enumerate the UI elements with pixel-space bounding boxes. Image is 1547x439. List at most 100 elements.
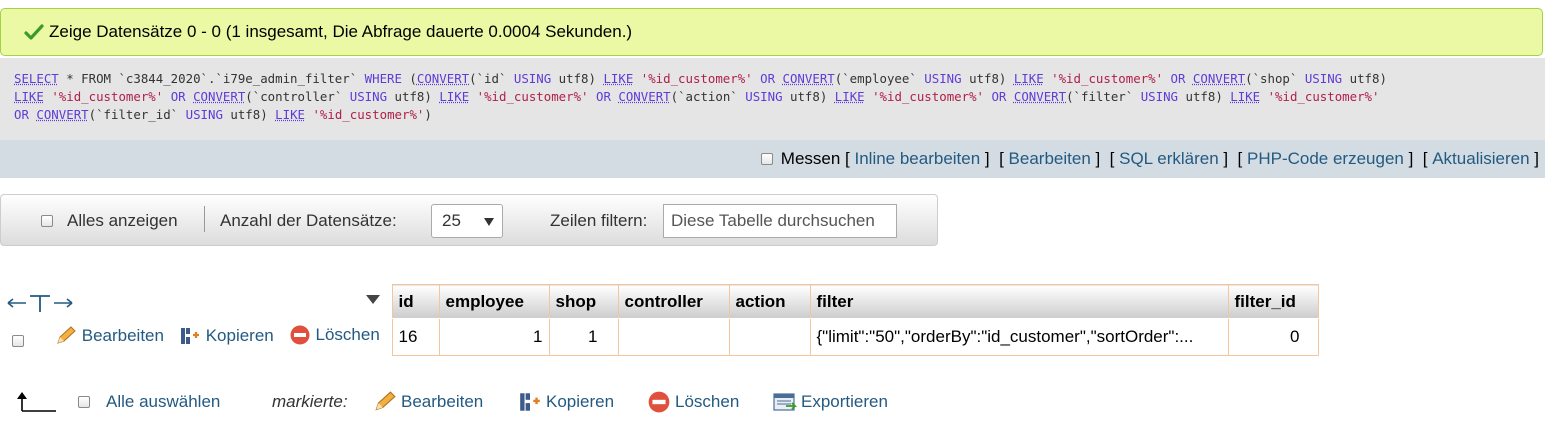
copy-icon (520, 393, 540, 411)
dropdown-arrow-icon (484, 218, 494, 226)
sql-keyword-using: USING (513, 71, 552, 86)
sql-charset: utf8 (394, 89, 425, 104)
sql-string: '%id_customer%' (1051, 71, 1164, 86)
delete-icon (290, 325, 309, 344)
with-selected-label: markierte: (272, 386, 348, 418)
column-resize-arrows-icon[interactable] (6, 293, 74, 313)
column-header-shop[interactable]: shop (548, 284, 619, 319)
cell-controller[interactable] (617, 318, 730, 356)
filter-rows-text: Zeilen filtern: (550, 211, 648, 230)
sql-charset: utf8 (1185, 89, 1216, 104)
rows-count-label: Anzahl der Datensätze: (220, 195, 397, 247)
select-all-control[interactable]: Alle auswählen (78, 386, 220, 418)
filter-rows-input[interactable] (663, 204, 897, 238)
sql-keyword-using: USING (1140, 89, 1179, 104)
row-delete-button[interactable]: Löschen (289, 324, 380, 346)
row-copy-label: Kopieren (205, 325, 274, 345)
show-all-label: Alles anzeigen (67, 211, 178, 230)
sql-keyword-like[interactable]: LIKE (603, 71, 633, 86)
divider (204, 206, 205, 232)
create-php-code-link[interactable]: PHP-Code erzeugen (1247, 149, 1404, 169)
row-actions: Bearbeiten Kopieren Löschen (0, 319, 392, 356)
explain-sql-link[interactable]: SQL erklären (1119, 149, 1219, 169)
row-copy-button[interactable]: Kopieren (179, 326, 274, 346)
cell-filter-id[interactable]: 0 (1227, 318, 1319, 356)
sql-string: '%id_customer%' (312, 107, 425, 122)
pencil-icon (375, 391, 396, 411)
bulk-actions-bar: Alle auswählen markierte: Bearbeiten Kop… (0, 386, 1000, 418)
sql-keyword-like[interactable]: LIKE (14, 89, 44, 104)
sql-keyword-like[interactable]: LIKE (835, 89, 865, 104)
sql-func-convert[interactable]: CONVERT (193, 89, 245, 104)
select-all-checkbox[interactable] (78, 396, 90, 408)
show-all-checkbox[interactable] (41, 215, 53, 227)
sql-keyword-like[interactable]: LIKE (275, 107, 305, 122)
sql-func-convert[interactable]: CONVERT (1193, 71, 1245, 86)
refresh-link[interactable]: Aktualisieren (1432, 149, 1529, 169)
sql-func-convert[interactable]: CONVERT (783, 71, 835, 86)
cell-filter[interactable]: {"limit":"50","orderBy":"id_customer","s… (809, 318, 1229, 356)
check-icon (24, 24, 44, 40)
sql-keyword-or: OR (760, 71, 776, 86)
sql-keyword-like[interactable]: LIKE (439, 89, 469, 104)
column-header-controller[interactable]: controller (617, 284, 730, 319)
row-select-checkbox[interactable] (12, 335, 24, 348)
sql-keyword-or: OR (14, 107, 29, 122)
sql-func-convert[interactable]: CONVERT (618, 89, 670, 104)
sql-func-convert[interactable]: CONVERT (1014, 89, 1066, 104)
sql-keyword-where: WHERE (364, 71, 402, 86)
sql-string: '%id_customer%' (51, 89, 164, 104)
sql-keyword-select[interactable]: SELECT (14, 71, 59, 86)
sql-func-convert[interactable]: CONVERT (417, 71, 469, 86)
column-header-filter-id[interactable]: filter_id (1227, 284, 1319, 319)
rows-count-text: Anzahl der Datensätze: (220, 211, 397, 230)
row-edit-label: Bearbeiten (81, 325, 164, 345)
column-header-employee[interactable]: employee (438, 284, 550, 319)
sql-keyword-using: USING (1304, 71, 1343, 86)
cell-action[interactable] (728, 318, 811, 356)
sql-charset: utf8 (558, 71, 589, 86)
sql-func-convert[interactable]: CONVERT (36, 107, 88, 122)
bulk-delete-button[interactable]: Löschen (647, 386, 739, 418)
sql-keyword-like[interactable]: LIKE (1230, 89, 1260, 104)
pencil-icon (56, 325, 76, 344)
column-header-filter[interactable]: filter (809, 284, 1229, 319)
sql-column: `controller` (252, 89, 343, 104)
show-all-control[interactable]: Alles anzeigen (41, 195, 178, 247)
sql-query: SELECT * FROM `c3844_2020`.`i79e_admin_f… (0, 58, 1545, 140)
bulk-delete-label: Löschen (675, 392, 740, 411)
sql-charset: utf8 (230, 107, 261, 122)
sql-keyword-using: USING (185, 107, 223, 122)
sql-keyword-using: USING (924, 71, 962, 86)
bulk-edit-button[interactable]: Bearbeiten (373, 386, 483, 418)
sql-keyword-like[interactable]: LIKE (1014, 71, 1044, 86)
profiling-checkbox[interactable] (760, 153, 773, 165)
delete-icon (648, 391, 670, 413)
cell-shop[interactable]: 1 (548, 318, 619, 356)
rows-count-select[interactable]: 25 (431, 204, 503, 238)
column-header-action[interactable]: action (728, 284, 811, 319)
sql-keyword-or: OR (991, 89, 1007, 104)
row-edit-button[interactable]: Bearbeiten (55, 326, 164, 346)
sql-keyword-using: USING (349, 89, 388, 104)
sql-charset: utf8 (1349, 71, 1380, 86)
success-text: Zeige Datensätze 0 - 0 (1 insgesamt, Die… (49, 22, 633, 41)
sql-column: `filter` (1073, 89, 1134, 104)
sql-line-3: OR CONVERT(`filter_id` USING utf8) LIKE … (14, 107, 432, 122)
success-message: Zeige Datensätze 0 - 0 (1 insgesamt, Die… (0, 8, 1543, 56)
bulk-edit-label: Bearbeiten (401, 392, 484, 411)
sql-star-from: * FROM (66, 71, 111, 86)
cell-id[interactable]: 16 (391, 318, 440, 356)
with-selected-text: markierte: (272, 392, 348, 411)
select-all-label[interactable]: Alle auswählen (106, 392, 220, 412)
bulk-copy-button[interactable]: Kopieren (518, 386, 614, 418)
profiling-label: Messen (780, 149, 841, 168)
inline-edit-link[interactable]: Inline bearbeiten (854, 149, 980, 169)
column-header-id[interactable]: id (391, 284, 440, 319)
edit-query-link[interactable]: Bearbeiten (1009, 149, 1091, 169)
column-options-arrow-icon[interactable] (366, 294, 380, 305)
bulk-export-button[interactable]: Exportieren (773, 386, 888, 418)
results-table: id employee shop controller action filte… (0, 284, 1319, 356)
table-corner (0, 284, 392, 319)
cell-employee[interactable]: 1 (438, 318, 550, 356)
